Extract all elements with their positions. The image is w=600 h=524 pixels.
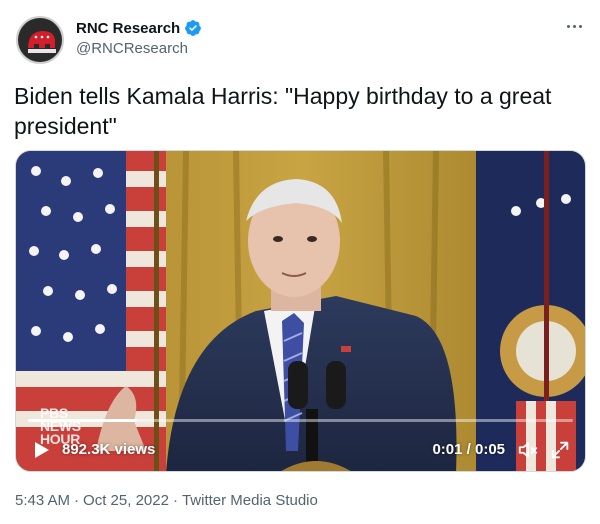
more-dots-icon[interactable] (562, 18, 586, 34)
video-controls: 892.3K views 0:01 / 0:05 (16, 427, 585, 471)
rnc-elephant-logo-icon (18, 18, 62, 62)
avatar[interactable] (16, 16, 64, 64)
video-time: 0:01 / 0:05 (432, 441, 505, 458)
verified-badge-icon (184, 19, 202, 37)
tweet-metadata: 5:43 AM · Oct 25, 2022 · Twitter Media S… (15, 492, 318, 509)
tweet-source[interactable]: Twitter Media Studio (182, 492, 318, 509)
author-display-name[interactable]: RNC Research (76, 20, 180, 37)
meta-separator: · (172, 492, 178, 509)
author-name-row[interactable]: RNC Research (76, 19, 202, 37)
video-view-count: 892.3K views (62, 441, 156, 458)
fullscreen-icon[interactable] (549, 439, 571, 461)
tweet-time[interactable]: 5:43 AM (15, 492, 70, 509)
video-progress-bar[interactable] (28, 419, 573, 422)
tweet-date[interactable]: Oct 25, 2022 (83, 492, 169, 509)
meta-separator: · (74, 492, 80, 509)
tweet: RNC Research @RNCResearch Biden tells Ka… (0, 0, 600, 524)
video-player[interactable]: PBS NEWS HOUR 892.3K views 0:01 / 0:05 (15, 150, 586, 472)
muted-speaker-icon[interactable] (517, 439, 539, 461)
video-progress-fill (28, 419, 137, 422)
play-icon[interactable] (34, 441, 50, 459)
author-handle[interactable]: @RNCResearch (76, 40, 188, 57)
tweet-text: Biden tells Kamala Harris: "Happy birthd… (14, 83, 552, 139)
video-frame (16, 151, 585, 471)
